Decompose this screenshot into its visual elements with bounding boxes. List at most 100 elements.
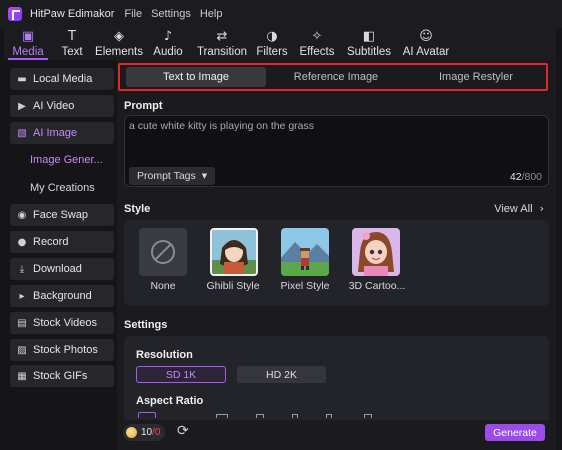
sidebar-item-download[interactable]: ⤓ Download: [10, 258, 114, 280]
tool-label: Filters: [256, 46, 288, 58]
sidebar-item-background[interactable]: ▸ Background: [10, 285, 114, 307]
tool-subtitles[interactable]: ◧ Subtitles: [344, 28, 394, 60]
ai-image-panel: Text to Image Reference Image Image Rest…: [117, 60, 556, 450]
title-bar: HitPaw Edimakor File Settings Help: [0, 0, 562, 28]
sidebar-item-label: Stock GIFs: [33, 370, 88, 382]
text-icon: T: [68, 29, 76, 44]
tool-label: Effects: [299, 46, 335, 58]
tool-media[interactable]: ▣ Media: [8, 28, 48, 60]
menu-help[interactable]: Help: [200, 8, 223, 20]
style-pixel-card[interactable]: [281, 228, 329, 276]
aspect-ratio-label: Aspect Ratio: [136, 395, 204, 407]
aspect-ratio-option[interactable]: [256, 414, 264, 418]
tool-effects[interactable]: ✧ Effects: [296, 28, 338, 60]
tool-label: Transition: [196, 46, 248, 58]
style-3d-cartoon-label: 3D Cartoo...: [348, 280, 406, 292]
menu-file[interactable]: File: [124, 8, 142, 20]
menu-settings[interactable]: Settings: [151, 8, 191, 20]
sidebar-item-face-swap[interactable]: ◉ Face Swap: [10, 204, 114, 226]
style-none-card[interactable]: [139, 228, 187, 276]
style-ghibli-label: Ghibli Style: [206, 280, 260, 292]
mode-tabs: Text to Image Reference Image Image Rest…: [118, 63, 548, 91]
tool-label: Text: [61, 46, 83, 58]
tool-label: AI Avatar: [402, 46, 450, 58]
background-icon: ▸: [19, 290, 25, 302]
caret-down-icon: ▼: [201, 172, 208, 180]
tab-reference-image[interactable]: Reference Image: [266, 67, 406, 87]
elements-icon: ◈: [114, 29, 124, 44]
char-counter: 42/800: [510, 171, 542, 183]
style-3d-cartoon-card[interactable]: [352, 228, 400, 276]
sidebar-item-label: Background: [33, 290, 92, 302]
sidebar-sub-image-generator[interactable]: Image Gener...: [30, 151, 103, 169]
char-count: 42: [509, 171, 522, 183]
ai-image-icon: ▧: [17, 127, 27, 139]
generate-button[interactable]: Generate: [485, 424, 545, 441]
style-options: None Ghibli Style Pixel Style 3D Cartoo.…: [124, 220, 549, 306]
face-swap-icon: ◉: [17, 209, 27, 221]
sidebar-item-record[interactable]: ● Record: [10, 231, 114, 253]
sidebar-item-stock-photos[interactable]: ▨ Stock Photos: [10, 339, 114, 361]
sidebar-item-stock-videos[interactable]: ▤ Stock Videos: [10, 312, 114, 334]
sidebar-item-label: AI Video: [33, 100, 75, 112]
coin-icon: [126, 427, 137, 438]
refresh-icon[interactable]: ⟳: [177, 423, 189, 439]
app-name: HitPaw Edimakor: [30, 8, 115, 20]
stock-videos-icon: ▤: [17, 317, 27, 329]
tool-elements[interactable]: ◈ Elements: [94, 28, 144, 60]
stock-gifs-icon: ▦: [17, 370, 27, 382]
sidebar-item-stock-gifs[interactable]: ▦ Stock GIFs: [10, 365, 114, 387]
tool-audio[interactable]: ♪ Audio: [150, 28, 186, 60]
tool-ai-avatar[interactable]: ☺ AI Avatar: [400, 28, 452, 60]
tool-text[interactable]: T Text: [54, 28, 90, 60]
aspect-ratio-option[interactable]: [216, 414, 228, 418]
aspect-ratio-option[interactable]: [364, 414, 372, 418]
style-title: Style: [124, 203, 151, 215]
prompt-text[interactable]: a cute white kitty is playing on the gra…: [129, 120, 314, 132]
tool-label: Subtitles: [346, 46, 392, 58]
subtitles-icon: ◧: [362, 29, 376, 44]
credits-badge: 10/0: [123, 424, 166, 441]
style-ghibli-card[interactable]: [210, 228, 258, 276]
download-icon: ⤓: [19, 263, 25, 275]
tab-image-restyler[interactable]: Image Restyler: [406, 67, 546, 87]
folder-icon: ▬: [17, 73, 27, 85]
view-all-link[interactable]: View All ›: [494, 202, 544, 215]
prompt-title: Prompt: [124, 100, 163, 112]
resolution-sd-1k-button[interactable]: SD 1K: [136, 366, 226, 383]
sidebar-item-label: Local Media: [33, 73, 93, 85]
sidebar-item-label: Stock Videos: [33, 317, 98, 329]
prompt-tags-button[interactable]: Prompt Tags ▼: [129, 167, 216, 185]
ai-avatar-icon: ☺: [419, 29, 433, 44]
resolution-hd-2k-button[interactable]: HD 2K: [237, 366, 326, 383]
sidebar-item-ai-video[interactable]: ▶ AI Video: [10, 95, 114, 117]
aspect-ratio-option-selected[interactable]: [138, 412, 156, 418]
sidebar-item-label: AI Image: [33, 127, 78, 139]
tab-text-to-image[interactable]: Text to Image: [126, 67, 266, 87]
transition-icon: ⇄: [216, 29, 228, 44]
sidebar-item-label: Stock Photos: [33, 344, 98, 356]
ghibli-thumbnail: [212, 230, 256, 274]
aspect-ratio-option[interactable]: [326, 414, 332, 418]
tool-filters[interactable]: ◑ Filters: [254, 28, 290, 60]
prompt-tags-label: Prompt Tags: [137, 170, 196, 182]
sidebar-item-label: Download: [33, 263, 82, 275]
resolution-label: Resolution: [136, 349, 193, 361]
credits-have: 10: [141, 427, 153, 438]
media-toolbar: ▣ Media T Text ◈ Elements ♪ Audio ⇄ Tran…: [4, 28, 556, 60]
ai-video-icon: ▶: [18, 100, 26, 112]
sidebar-item-ai-image[interactable]: ▧ AI Image: [10, 122, 114, 144]
sidebar-item-label: Face Swap: [33, 209, 89, 221]
sidebar: ▬ Local Media ▶ AI Video ▧ AI Image Imag…: [6, 64, 114, 450]
chevron-right-icon: ›: [539, 202, 544, 215]
credits-need: /0: [152, 427, 161, 438]
tool-label: Elements: [95, 46, 143, 58]
aspect-ratio-option[interactable]: [292, 414, 298, 418]
prompt-input[interactable]: a cute white kitty is playing on the gra…: [124, 115, 549, 187]
style-none-label: None: [150, 280, 176, 292]
sidebar-sub-my-creations[interactable]: My Creations: [30, 179, 95, 197]
sidebar-item-local-media[interactable]: ▬ Local Media: [10, 68, 114, 90]
effects-icon: ✧: [311, 29, 323, 44]
tool-transition[interactable]: ⇄ Transition: [194, 28, 250, 60]
ban-icon: [151, 240, 175, 264]
